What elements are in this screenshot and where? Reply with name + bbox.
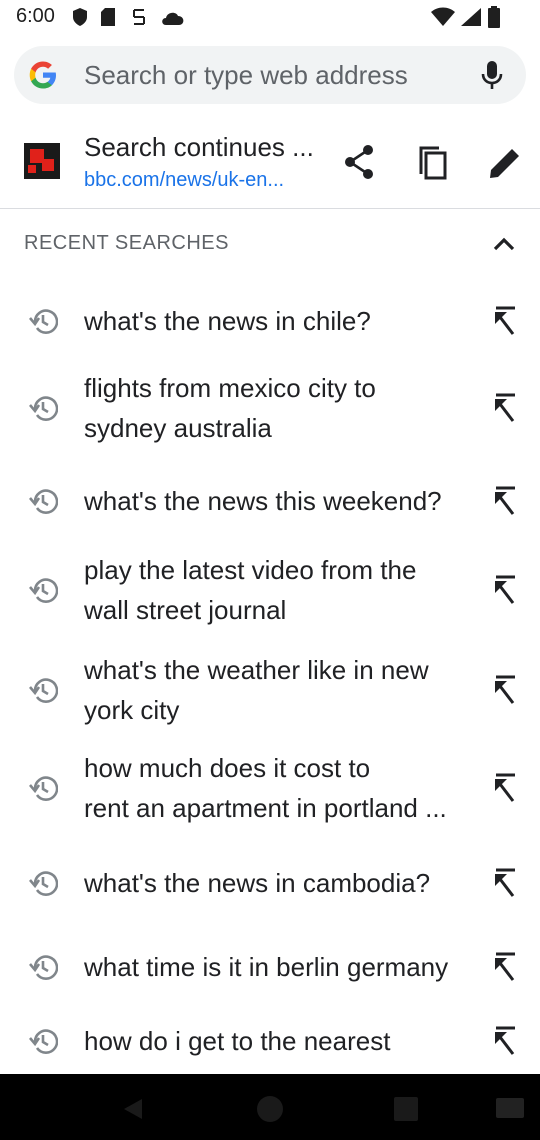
recent-search-line1: how much does it cost to xyxy=(84,753,371,783)
microphone-icon[interactable] xyxy=(474,57,510,93)
recent-search-line1: how do i get to the nearest xyxy=(84,1026,391,1056)
history-icon xyxy=(29,396,58,421)
insert-query-arrow-icon[interactable] xyxy=(488,867,520,899)
recent-search-line1: play the latest video from the xyxy=(84,555,417,585)
history-icon xyxy=(29,1029,58,1054)
recent-search-line1: what time is it in berlin germany xyxy=(84,952,449,982)
signal-icon xyxy=(461,8,481,26)
recent-search-line2: wall street journal xyxy=(84,595,287,625)
recent-search-line2: sydney australia xyxy=(84,413,272,443)
history-icon xyxy=(29,678,58,703)
insert-query-arrow-icon[interactable] xyxy=(488,772,520,804)
chevron-up-icon[interactable] xyxy=(491,231,517,257)
status-time: 6:00 xyxy=(16,5,55,27)
history-icon xyxy=(29,871,58,896)
recent-search-item[interactable]: play the latest video from the wall stree… xyxy=(0,550,540,630)
insert-query-arrow-icon[interactable] xyxy=(488,1025,520,1057)
recent-search-text: flights from mexico city to sydney austra… xyxy=(84,368,464,448)
recent-search-item[interactable]: what time is it in berlin germany xyxy=(0,942,540,992)
recent-search-item[interactable]: what's the news this weekend? xyxy=(0,476,540,526)
history-icon xyxy=(29,776,58,801)
bbc-favicon-icon xyxy=(24,143,60,179)
recent-search-text: what's the news in cambodia? xyxy=(84,863,464,903)
recent-search-item[interactable]: what's the news in chile? xyxy=(0,296,540,346)
recent-search-line2: york city xyxy=(84,695,180,725)
recent-search-line2: rent an apartment in portland ... xyxy=(84,793,447,823)
sd-card-icon xyxy=(101,8,115,26)
system-navigation-bar xyxy=(0,1074,540,1140)
insert-query-arrow-icon[interactable] xyxy=(488,392,520,424)
history-icon xyxy=(29,955,58,980)
recent-search-text: what's the weather like in new york city xyxy=(84,650,464,730)
history-icon xyxy=(29,578,58,603)
recent-search-text: play the latest video from the wall stree… xyxy=(84,550,464,630)
status-bar: 6:00 xyxy=(0,0,540,36)
google-logo-icon xyxy=(29,61,56,89)
recent-search-text: what's the news in chile? xyxy=(84,301,464,341)
history-icon xyxy=(29,309,58,334)
recent-searches-header: RECENT SEARCHES xyxy=(24,232,229,254)
insert-query-arrow-icon[interactable] xyxy=(488,951,520,983)
omnibox[interactable] xyxy=(14,46,526,104)
recent-search-line1: what's the news in chile? xyxy=(84,306,371,336)
insert-query-arrow-icon[interactable] xyxy=(488,305,520,337)
home-icon[interactable] xyxy=(255,1094,285,1124)
share-icon[interactable] xyxy=(342,142,378,182)
history-icon xyxy=(29,489,58,514)
recent-search-item[interactable]: how do i get to the nearest xyxy=(0,1016,540,1066)
recent-search-line1: what's the news in cambodia? xyxy=(84,868,431,898)
insert-query-arrow-icon[interactable] xyxy=(488,674,520,706)
recent-search-item[interactable]: how much does it cost to rent an apartmen… xyxy=(0,748,540,828)
edit-pencil-icon[interactable] xyxy=(486,142,522,182)
recent-search-item[interactable]: what's the weather like in new york city xyxy=(0,650,540,730)
recent-search-text: how do i get to the nearest xyxy=(84,1021,464,1061)
cloud-icon xyxy=(162,12,184,25)
back-icon[interactable] xyxy=(120,1096,146,1122)
recent-search-text: what time is it in berlin germany xyxy=(84,947,464,987)
battery-icon xyxy=(488,6,500,28)
recent-search-line1: flights from mexico city to xyxy=(84,373,376,403)
recents-icon[interactable] xyxy=(393,1096,419,1122)
recent-search-text: how much does it cost to rent an apartmen… xyxy=(84,748,464,828)
recent-search-item[interactable]: what's the news in cambodia? xyxy=(0,858,540,908)
recent-search-line1: what's the news this weekend? xyxy=(84,486,442,516)
wifi-icon xyxy=(431,7,455,26)
search-input[interactable] xyxy=(84,56,444,94)
recent-search-text: what's the news this weekend? xyxy=(84,481,464,521)
play-protect-icon xyxy=(73,8,87,26)
suggestion-url: bbc.com/news/uk-en... xyxy=(84,169,285,191)
current-page-suggestion[interactable]: Search continues ... bbc.com/news/uk-en.… xyxy=(0,118,540,209)
insert-query-arrow-icon[interactable] xyxy=(488,485,520,517)
suggestion-title: Search continues ... xyxy=(84,132,314,162)
recent-search-item[interactable]: flights from mexico city to sydney austra… xyxy=(0,368,540,448)
sync-icon xyxy=(133,9,145,25)
keyboard-icon[interactable] xyxy=(496,1098,524,1118)
insert-query-arrow-icon[interactable] xyxy=(488,574,520,606)
copy-icon[interactable] xyxy=(414,142,450,182)
recent-search-line1: what's the weather like in new xyxy=(84,655,429,685)
